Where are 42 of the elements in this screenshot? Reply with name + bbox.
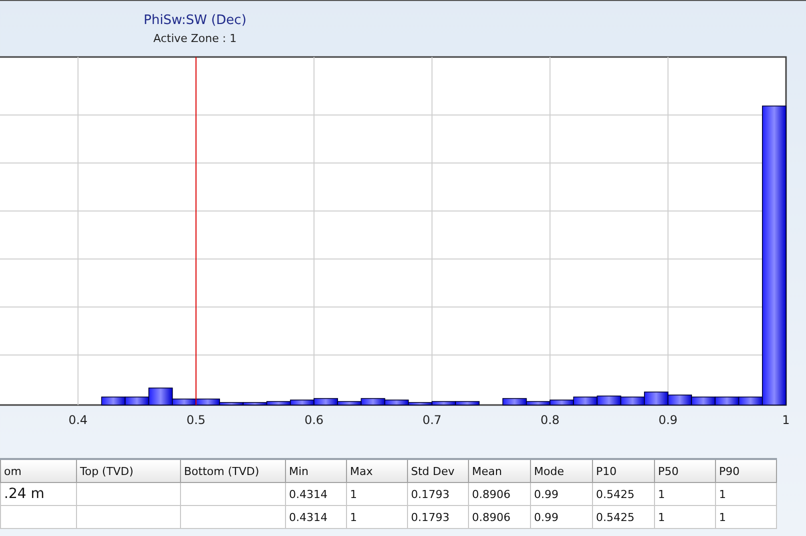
axis-tick-label: 0.8 bbox=[540, 413, 560, 427]
table-cell: 1 bbox=[716, 506, 776, 528]
chart-title: PhiSw:SW (Dec) bbox=[144, 12, 246, 28]
table-cell: 0.99 bbox=[530, 506, 592, 528]
table-cell: 0.4314 bbox=[286, 506, 346, 528]
table-cell: 0.1793 bbox=[408, 506, 468, 528]
table-cell: 1 bbox=[654, 506, 716, 528]
table-cell: .24 m bbox=[0, 482, 76, 506]
column-header: P10 bbox=[592, 459, 654, 482]
column-header: Top (TVD) bbox=[76, 459, 180, 482]
column-header: Std Dev bbox=[408, 459, 468, 482]
table-cell: 1 bbox=[654, 482, 716, 506]
histogram-bar bbox=[101, 396, 126, 406]
histogram-bar bbox=[596, 396, 622, 406]
column-header: Mode bbox=[530, 459, 592, 482]
column-header: P50 bbox=[654, 459, 716, 482]
table-cell: 1 bbox=[346, 506, 408, 528]
column-header: Min bbox=[286, 459, 346, 482]
axis-tick-label: 0.6 bbox=[304, 413, 324, 427]
axis-tick-label: 1 bbox=[782, 413, 790, 427]
table-cell: 0.4314 bbox=[286, 482, 346, 506]
axis-tick-label: 0.5 bbox=[186, 413, 206, 427]
table-cell: 0.99 bbox=[530, 482, 592, 506]
column-header: Max bbox=[346, 459, 408, 482]
table-cell: 1 bbox=[346, 482, 408, 506]
table-cell: 0.5425 bbox=[592, 482, 654, 506]
axis-tick-label: 0.9 bbox=[658, 413, 678, 427]
table-cell: 0.5425 bbox=[592, 506, 654, 528]
histogram-bar bbox=[714, 396, 740, 406]
column-header: P90 bbox=[716, 459, 776, 482]
table-cell: 0.1793 bbox=[408, 482, 468, 506]
axis-tick-label: 0.4 bbox=[68, 413, 88, 427]
histogram-bar bbox=[668, 394, 692, 406]
chart-subtitle: Active Zone : 1 bbox=[153, 32, 237, 44]
column-header: Bottom (TVD) bbox=[180, 459, 286, 482]
column-header: Mean bbox=[468, 459, 530, 482]
table-cell: 0.8906 bbox=[468, 482, 530, 506]
column-header: om bbox=[0, 459, 76, 482]
table-cell: 1 bbox=[716, 482, 776, 506]
axis-tick-label: 0.7 bbox=[422, 413, 442, 427]
table-cell: 0.8906 bbox=[468, 506, 530, 528]
histogram-bar bbox=[691, 396, 716, 406]
